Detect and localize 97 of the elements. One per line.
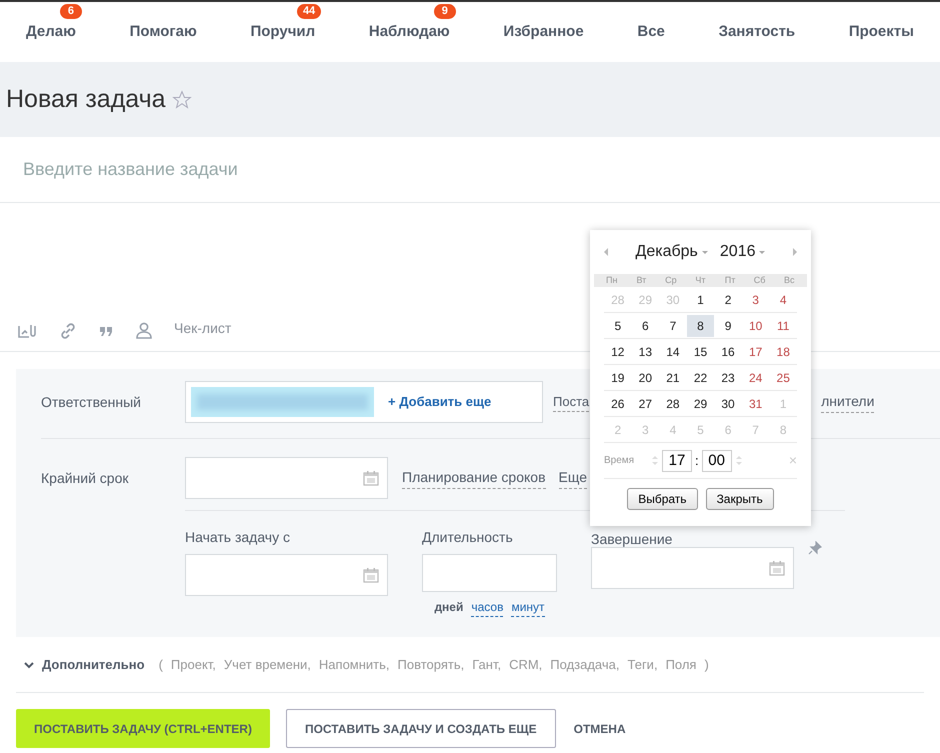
- nav-tab[interactable]: Помогаю: [130, 23, 197, 40]
- parenthesis: (: [158, 656, 163, 674]
- calendar-day[interactable]: 8: [686, 314, 714, 336]
- weekday-label: Пт: [724, 274, 736, 287]
- year-selector[interactable]: 2016: [720, 240, 766, 264]
- time-label: Время: [604, 454, 636, 468]
- time-separator: :: [694, 452, 700, 470]
- chevron-down-icon[interactable]: [24, 660, 34, 668]
- weekday-label: Пн: [605, 274, 618, 287]
- attachment-icon[interactable]: [18, 323, 38, 339]
- calendar-day[interactable]: 13: [632, 340, 660, 362]
- more-options-toggle[interactable]: Дополнительно: [42, 654, 145, 674]
- weekday-label: Чт: [694, 274, 707, 287]
- calendar-day[interactable]: 25: [769, 366, 797, 388]
- dashed-link[interactable]: Поста: [553, 392, 590, 412]
- calendar-icon[interactable]: [363, 470, 379, 486]
- calendar-day[interactable]: 23: [714, 366, 742, 388]
- count-badge: 6: [60, 4, 82, 19]
- weekday-label: Ср: [664, 274, 678, 287]
- submit-and-create-button[interactable]: ПОСТАВИТЬ ЗАДАЧУ И СОЗДАТЬ ЕЩЕ: [286, 709, 556, 748]
- dashed-link[interactable]: Еще: [558, 467, 588, 489]
- calendar-day[interactable]: 26: [604, 392, 632, 414]
- hour-field[interactable]: 17: [662, 450, 692, 472]
- count-badge: 44: [296, 4, 322, 19]
- minute-field[interactable]: 00: [702, 450, 732, 472]
- pin-icon[interactable]: [808, 541, 822, 555]
- previous-month-icon[interactable]: [604, 248, 608, 256]
- parenthesis: ): [704, 656, 709, 674]
- nav-tab[interactable]: Наблюдаю: [368, 23, 450, 40]
- calendar-day[interactable]: 31: [742, 392, 770, 414]
- calendar-day[interactable]: 17: [742, 340, 770, 362]
- select-button[interactable]: Выбрать: [627, 488, 698, 510]
- calendar-day[interactable]: 1: [686, 288, 714, 310]
- nav-tab[interactable]: Делаю: [26, 23, 76, 40]
- field-label: Начать задачу с: [185, 528, 291, 547]
- field-label: Длительность: [422, 528, 514, 547]
- link-icon[interactable]: [60, 323, 76, 339]
- calendar-day[interactable]: 22: [686, 366, 714, 388]
- calendar-day[interactable]: 10: [742, 314, 770, 336]
- calendar-day[interactable]: 19: [604, 366, 632, 388]
- duration-unit-link[interactable]: часов: [471, 598, 504, 617]
- date-field[interactable]: [591, 547, 794, 589]
- calendar-day[interactable]: 24: [742, 366, 770, 388]
- nav-tab[interactable]: Избранное: [503, 23, 584, 40]
- calendar-day[interactable]: 12: [604, 340, 632, 362]
- calendar-icon[interactable]: [363, 567, 379, 583]
- person-icon[interactable]: [136, 322, 152, 339]
- weekday-label: Вт: [635, 274, 648, 287]
- minute-stepper-icon[interactable]: [736, 456, 742, 465]
- calendar-day[interactable]: 20: [632, 366, 660, 388]
- calendar-day[interactable]: 2: [714, 288, 742, 310]
- star-icon[interactable]: [172, 90, 192, 110]
- responsible-field[interactable]: + Добавить еще: [185, 381, 543, 423]
- calendar-day[interactable]: 27: [632, 392, 660, 414]
- count-badge: 9: [434, 4, 456, 19]
- task-title-field[interactable]: Введите название задачи: [0, 137, 940, 203]
- duration-unit-link[interactable]: минут: [511, 598, 545, 617]
- field-label: Завершение: [591, 531, 674, 547]
- calendar-day[interactable]: 14: [659, 340, 687, 362]
- page-title: Новая задача: [6, 84, 166, 115]
- date-field[interactable]: [185, 457, 388, 499]
- hour-stepper-icon[interactable]: [652, 456, 658, 465]
- month-selector[interactable]: Декабрь: [636, 240, 708, 264]
- calendar-day[interactable]: 30: [714, 392, 742, 414]
- nav-tab[interactable]: Все: [637, 23, 665, 40]
- weekday-label: Вс: [782, 274, 796, 287]
- date-field[interactable]: [185, 554, 388, 596]
- dashed-link[interactable]: Планирование сроков: [402, 467, 546, 489]
- calendar-day[interactable]: 9: [714, 314, 742, 336]
- calendar-day[interactable]: 6: [632, 314, 660, 336]
- calendar-day[interactable]: 5: [604, 314, 632, 336]
- calendar-day[interactable]: 4: [769, 288, 797, 310]
- calendar-day[interactable]: 28: [659, 392, 687, 414]
- close-button[interactable]: Закрыть: [706, 488, 774, 510]
- next-month-icon[interactable]: [793, 248, 797, 256]
- nav-tab[interactable]: Проекты: [848, 23, 914, 40]
- field-label: Ответственный: [41, 392, 142, 412]
- calendar-day[interactable]: 15: [686, 340, 714, 362]
- duration-unit-link[interactable]: дней: [434, 598, 464, 617]
- weekday-label: Сб: [752, 274, 766, 287]
- calendar-day[interactable]: 3: [742, 288, 770, 310]
- submit-button[interactable]: ПОСТАВИТЬ ЗАДАЧУ (CTRL+ENTER): [16, 709, 270, 748]
- calendar-day[interactable]: 16: [714, 340, 742, 362]
- calendar-day[interactable]: 18: [769, 340, 797, 362]
- calendar-day[interactable]: 21: [659, 366, 687, 388]
- calendar-day[interactable]: 7: [659, 314, 687, 336]
- calendar-day[interactable]: 11: [769, 314, 797, 336]
- field-label: Крайний срок: [41, 468, 130, 488]
- dashed-link[interactable]: лнители: [821, 391, 874, 413]
- add-more-link[interactable]: + Добавить еще: [388, 392, 492, 412]
- calendar-day[interactable]: 29: [686, 392, 714, 414]
- nav-tab[interactable]: Поручил: [250, 23, 316, 40]
- cancel-button[interactable]: ОТМЕНА: [572, 709, 628, 748]
- nav-tab[interactable]: Занятость: [718, 23, 796, 40]
- calendar-icon[interactable]: [769, 560, 785, 576]
- duration-field[interactable]: [422, 554, 557, 592]
- user-chip[interactable]: [191, 387, 374, 417]
